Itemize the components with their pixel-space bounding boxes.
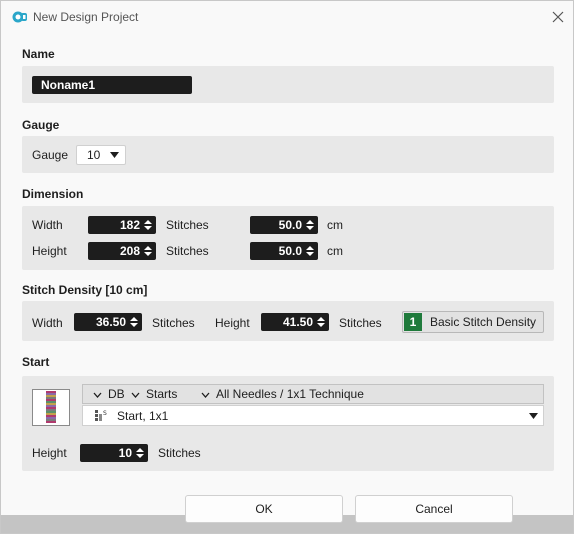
spinbox-value: 50.0 [278,244,302,258]
dropdown-arrow-icon [529,413,538,419]
width-stitches-unit: Stitches [166,218,209,232]
width-cm-spinbox[interactable]: 50.0 [250,216,318,234]
gauge-field-label: Gauge [32,148,69,162]
gauge-section-label: Gauge [22,118,60,132]
dropdown-arrow-icon [110,152,119,158]
breadcrumb-label: All Needles / 1x1 Technique [216,387,364,401]
chevron-down-icon [93,392,102,398]
spinbox-value: 36.50 [95,315,126,329]
start-select[interactable]: S Start, 1x1 [82,405,544,426]
breadcrumb-starts[interactable]: Starts [131,387,177,401]
spinbox-value: 41.50 [282,315,313,329]
start-panel: DB Starts All Needles / 1x1 Technique S … [22,376,554,471]
density-height-unit: Stitches [339,316,382,330]
spin-arrows-icon[interactable] [130,316,138,328]
close-icon[interactable] [549,8,567,26]
density-width-label: Width [32,316,63,330]
window-title: New Design Project [33,10,139,24]
knit-pattern-preview-icon [33,390,69,425]
gauge-select-value: 10 [87,148,101,162]
cancel-button[interactable]: Cancel [355,495,513,523]
chevron-down-icon [131,392,140,398]
breadcrumb-technique[interactable]: All Needles / 1x1 Technique [201,387,364,401]
height-cm-unit: cm [327,244,343,258]
name-panel: Noname1 [22,66,554,103]
density-height-label: Height [215,316,250,330]
height-stitches-spinbox[interactable]: 208 [88,242,156,260]
spinbox-value: 208 [119,244,140,258]
gauge-panel: Gauge 10 [22,136,554,173]
basic-stitch-density-button[interactable]: 1 Basic Stitch Density [402,311,544,333]
stitch-density-section-label: Stitch Density [10 cm] [22,283,148,297]
name-section-label: Name [22,47,55,61]
height-cm-spinbox[interactable]: 50.0 [250,242,318,260]
gauge-select[interactable]: 10 [76,145,126,165]
spinbox-value: 50.0 [278,218,302,232]
start-height-spinbox[interactable]: 10 [80,444,148,462]
svg-text:S: S [103,410,107,417]
start-breadcrumb: DB Starts All Needles / 1x1 Technique [82,384,544,404]
width-cm-unit: cm [327,218,343,232]
spin-arrows-icon[interactable] [306,245,314,257]
density-width-unit: Stitches [152,316,195,330]
dimension-section-label: Dimension [22,187,84,201]
spin-arrows-icon[interactable] [144,219,152,231]
new-design-project-dialog: New Design Project Name Noname1 Gauge Ga… [0,0,574,534]
start-select-value: Start, 1x1 [117,409,169,423]
chevron-down-icon [201,392,210,398]
stitch-density-panel: Width 36.50 Stitches Height 41.50 Stitch… [22,301,554,341]
density-height-spinbox[interactable]: 41.50 [261,313,329,331]
dimension-height-label: Height [32,244,67,258]
start-section-label: Start [22,355,50,369]
project-name-input[interactable]: Noname1 [32,76,192,94]
spin-arrows-icon[interactable] [317,316,325,328]
width-stitches-spinbox[interactable]: 182 [88,216,156,234]
ok-button[interactable]: OK [185,495,343,523]
app-logo-icon [12,11,27,23]
start-height-unit: Stitches [158,446,201,460]
height-stitches-unit: Stitches [166,244,209,258]
spin-arrows-icon[interactable] [136,447,144,459]
dimension-panel: Width 182 Stitches 50.0 cm Height 208 St… [22,206,554,270]
start-preview-thumbnail [32,389,70,426]
breadcrumb-db[interactable]: DB [93,387,125,401]
breadcrumb-label: Starts [146,387,178,401]
start-module-icon: S [95,410,107,421]
start-height-label: Height [32,446,67,460]
spin-arrows-icon[interactable] [144,245,152,257]
spinbox-value: 182 [119,218,140,232]
breadcrumb-label: DB [108,387,125,401]
spin-arrows-icon[interactable] [306,219,314,231]
title-bar: New Design Project [1,1,573,35]
dimension-width-label: Width [32,218,63,232]
density-preset-label: Basic Stitch Density [430,315,537,329]
spinbox-value: 10 [118,446,132,460]
density-preset-badge: 1 [404,313,422,331]
density-width-spinbox[interactable]: 36.50 [74,313,142,331]
